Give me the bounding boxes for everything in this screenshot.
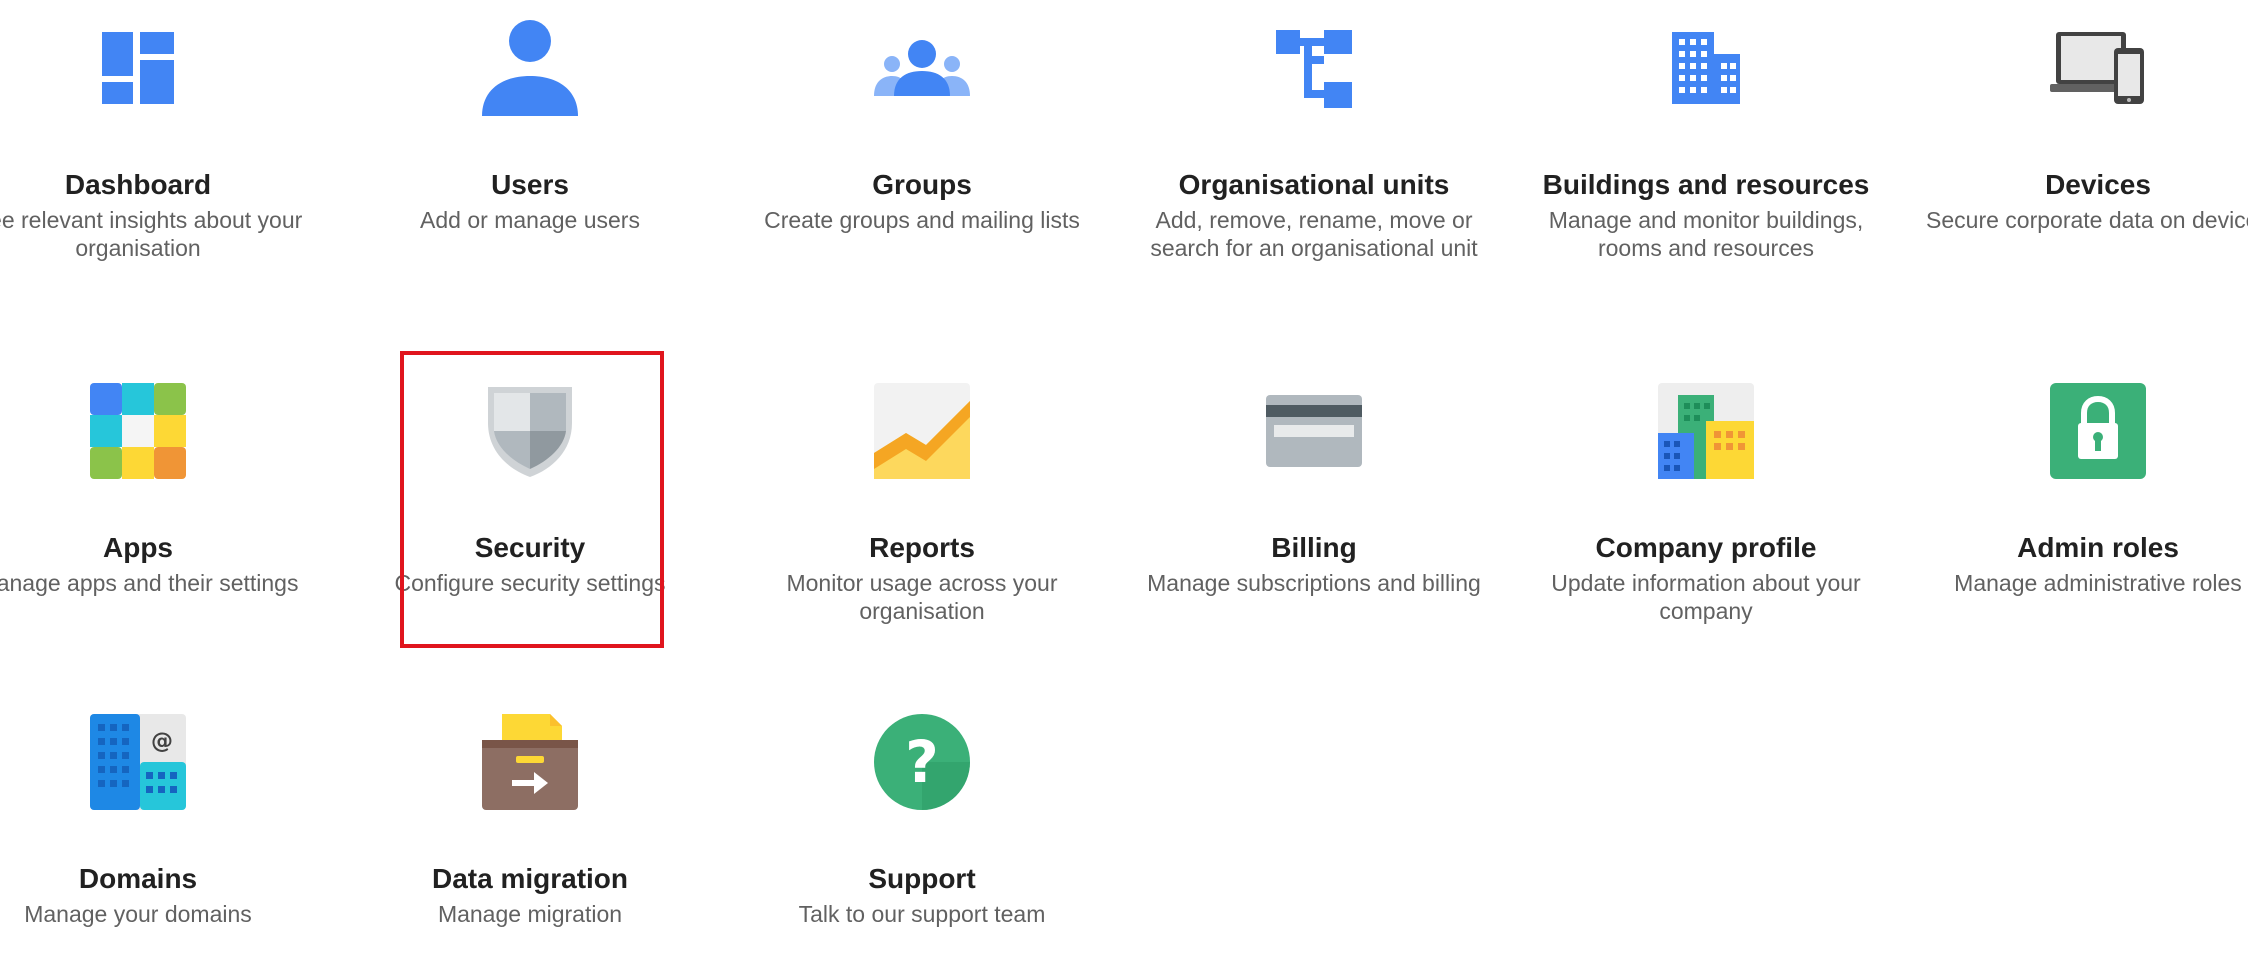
migration-box-icon bbox=[482, 714, 578, 810]
tile-buildings[interactable]: Buildings and resources Manage and monit… bbox=[1510, 20, 1902, 262]
tile-apps[interactable]: Apps Manage apps and their settings bbox=[0, 383, 334, 597]
tile-description: See relevant insights about your organis… bbox=[0, 207, 303, 261]
tile-data-migration[interactable]: Data migration Manage migration bbox=[334, 714, 726, 928]
reports-chart-icon bbox=[874, 383, 970, 479]
groups-icon bbox=[874, 20, 970, 116]
admin-console-grid: Dashboard See relevant insights about yo… bbox=[0, 0, 2248, 974]
credit-card-icon bbox=[1266, 383, 1362, 479]
tile-description: Add, remove, rename, move or search for … bbox=[1150, 207, 1478, 261]
tile-title: Admin roles bbox=[2017, 532, 2179, 563]
help-icon: ? bbox=[874, 714, 970, 810]
tile-title: Security bbox=[474, 532, 586, 563]
tile-description: Manage your domains bbox=[24, 901, 252, 927]
tile-billing[interactable]: Billing Manage subscriptions and billing bbox=[1118, 383, 1510, 597]
tile-description: Manage subscriptions and billing bbox=[1147, 570, 1481, 596]
tile-security[interactable]: Security Configure security settings bbox=[334, 383, 726, 597]
tile-title: Support bbox=[868, 863, 976, 894]
tile-domains[interactable]: @ Domains Manage your domains bbox=[0, 714, 334, 928]
org-units-icon bbox=[1266, 20, 1362, 116]
tile-groups[interactable]: Groups Create groups and mailing lists bbox=[726, 20, 1118, 234]
tile-title: Domains bbox=[78, 863, 198, 894]
tile-description: Configure security settings bbox=[394, 570, 666, 596]
tile-description: Update information about your company bbox=[1551, 570, 1861, 624]
tile-description: Secure corporate data on devices bbox=[1926, 207, 2248, 233]
tile-admin-roles[interactable]: Admin roles Manage administrative roles bbox=[1902, 383, 2248, 597]
domains-icon: @ bbox=[90, 714, 186, 810]
tile-support[interactable]: ? Support Talk to our support team bbox=[726, 714, 1118, 928]
tile-title: Reports bbox=[869, 532, 975, 563]
tile-org-units[interactable]: Organisational units Add, remove, rename… bbox=[1118, 20, 1510, 262]
tile-description: Add or manage users bbox=[420, 207, 640, 233]
svg-text:@: @ bbox=[151, 729, 173, 754]
svg-text:?: ? bbox=[905, 728, 939, 796]
tile-description: Monitor usage across your organisation bbox=[786, 570, 1058, 624]
tile-description: Manage administrative roles bbox=[1954, 570, 2242, 596]
company-buildings-icon bbox=[1658, 383, 1754, 479]
tile-dashboard[interactable]: Dashboard See relevant insights about yo… bbox=[0, 20, 334, 262]
building-icon bbox=[1658, 20, 1754, 116]
tile-title: Devices bbox=[2045, 169, 2151, 200]
tile-title: Buildings and resources bbox=[1542, 169, 1870, 200]
tile-description: Manage migration bbox=[437, 901, 623, 927]
tile-reports[interactable]: Reports Monitor usage across your organi… bbox=[726, 383, 1118, 625]
tile-devices[interactable]: Devices Secure corporate data on devices bbox=[1902, 20, 2248, 234]
apps-icon bbox=[90, 383, 186, 479]
tile-title: Dashboard bbox=[64, 169, 212, 200]
tile-title: Groups bbox=[872, 169, 972, 200]
tile-description: Talk to our support team bbox=[798, 901, 1046, 927]
lock-icon bbox=[2050, 383, 2146, 479]
tile-company-profile[interactable]: Company profile Update information about… bbox=[1510, 383, 1902, 625]
devices-icon bbox=[2050, 20, 2146, 116]
tile-title: Company profile bbox=[1595, 532, 1817, 563]
dashboard-icon bbox=[90, 20, 186, 116]
tile-title: Data migration bbox=[431, 863, 629, 894]
tile-users[interactable]: Users Add or manage users bbox=[334, 20, 726, 234]
tile-title: Users bbox=[491, 169, 569, 200]
tile-description: Manage and monitor buildings, rooms and … bbox=[1548, 207, 1864, 261]
tile-title: Organisational units bbox=[1178, 169, 1450, 200]
tile-description: Create groups and mailing lists bbox=[764, 207, 1080, 233]
tile-title: Apps bbox=[103, 532, 173, 563]
user-icon bbox=[482, 20, 578, 116]
tile-title: Billing bbox=[1271, 532, 1357, 563]
tile-description: Manage apps and their settings bbox=[0, 570, 299, 596]
shield-icon bbox=[482, 383, 578, 479]
